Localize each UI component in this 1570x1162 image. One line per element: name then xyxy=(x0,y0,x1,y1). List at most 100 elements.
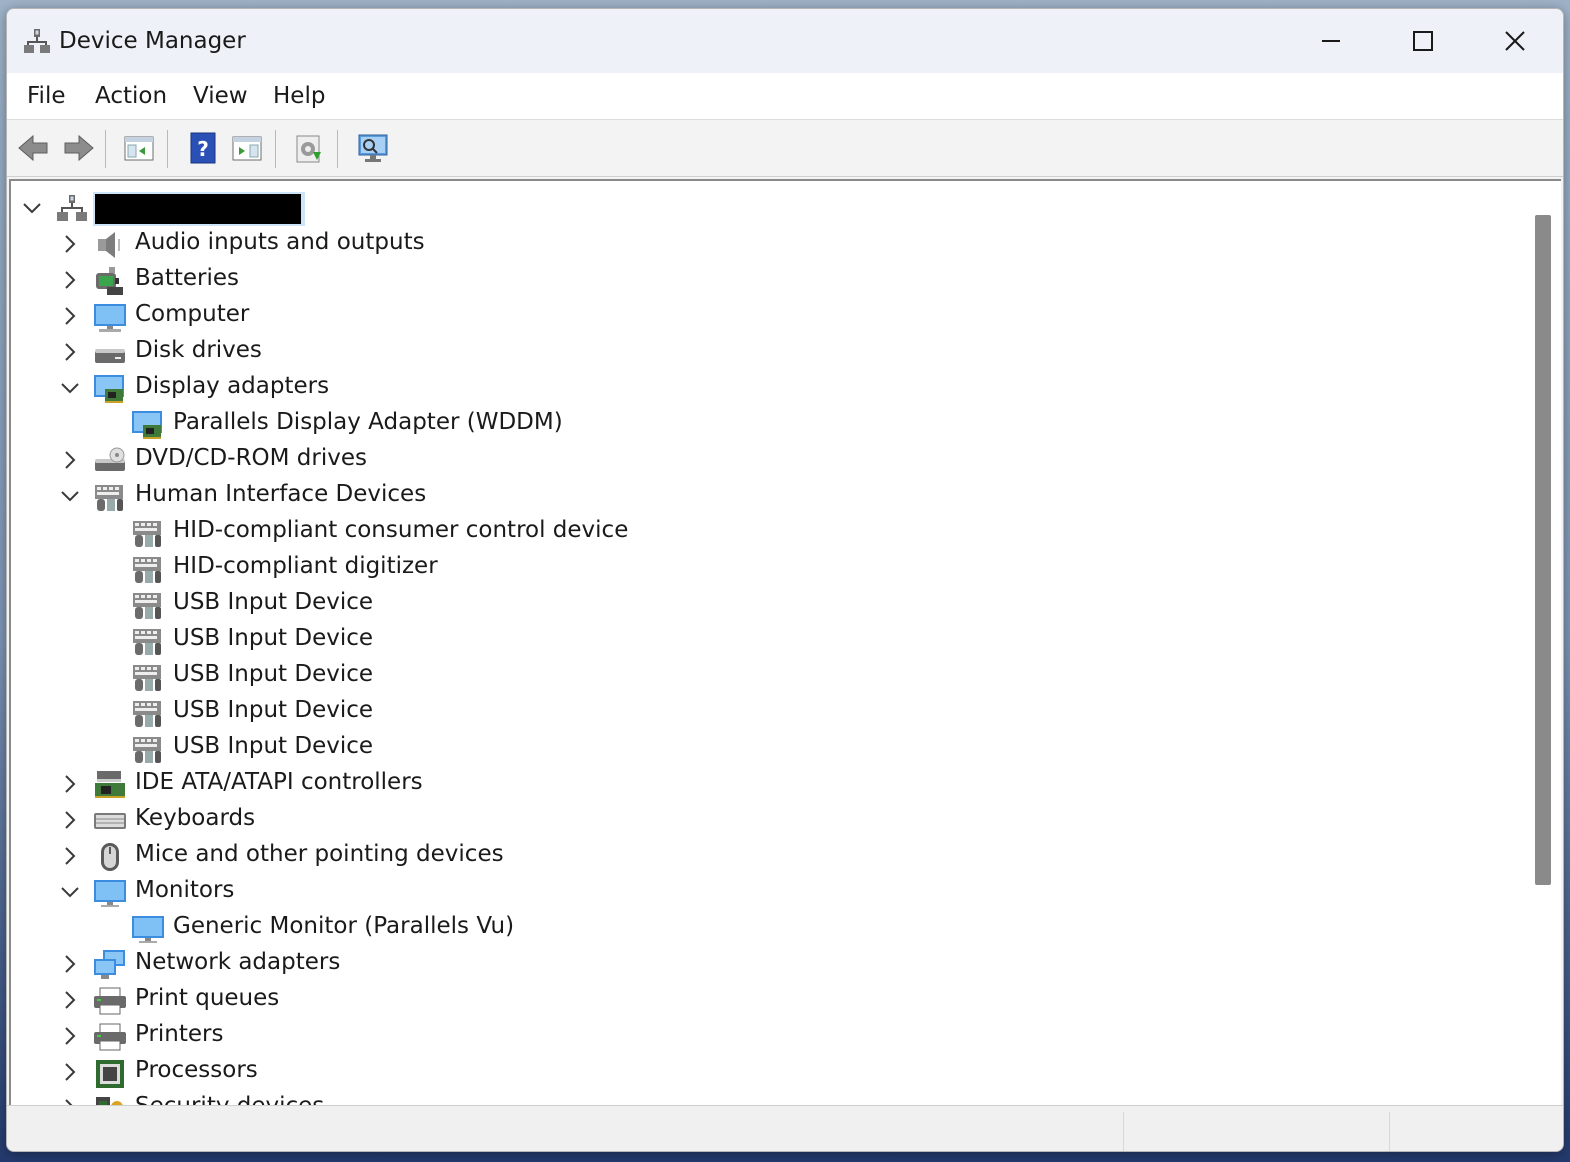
device-category-row[interactable]: Network adapters xyxy=(11,947,1511,983)
device-category-row[interactable]: Batteries xyxy=(11,263,1511,299)
device-category-row[interactable]: Processors xyxy=(11,1055,1511,1091)
device-category-row[interactable]: DVD/CD-ROM drives xyxy=(11,443,1511,479)
device-category-row[interactable]: Mice and other pointing devices xyxy=(11,839,1511,875)
device-label: Processors xyxy=(135,1057,258,1083)
device-row[interactable]: USB Input Device xyxy=(11,623,1511,659)
device-category-row[interactable]: Display adapters xyxy=(11,371,1511,407)
scan-hardware-changes-button[interactable] xyxy=(353,128,393,168)
device-row[interactable]: USB Input Device xyxy=(11,659,1511,695)
maximize-button[interactable] xyxy=(1377,9,1469,73)
close-icon xyxy=(1505,31,1525,51)
forward-button[interactable] xyxy=(59,128,99,168)
device-category-row[interactable]: Print queues xyxy=(11,983,1511,1019)
device-category-row[interactable]: Monitors xyxy=(11,875,1511,911)
hid-icon xyxy=(131,733,165,765)
menu-file[interactable]: File xyxy=(25,81,68,111)
device-row[interactable]: USB Input Device xyxy=(11,587,1511,623)
device-row[interactable]: HID-compliant digitizer xyxy=(11,551,1511,587)
close-button[interactable] xyxy=(1469,9,1561,73)
title-bar[interactable]: Device Manager xyxy=(7,9,1563,73)
device-label: Disk drives xyxy=(135,337,262,363)
device-category-row[interactable]: Printers xyxy=(11,1019,1511,1055)
chevron-down-icon[interactable] xyxy=(21,197,43,219)
help-button[interactable]: ? xyxy=(183,128,223,168)
device-row[interactable]: HID-compliant consumer control device xyxy=(11,515,1511,551)
network-adapter-icon xyxy=(93,949,127,981)
tree-root[interactable] xyxy=(11,191,1511,227)
back-button[interactable] xyxy=(13,128,53,168)
chevron-right-icon[interactable] xyxy=(59,233,81,255)
hid-icon xyxy=(131,661,165,693)
help-icon: ? xyxy=(190,132,216,164)
svg-text:?: ? xyxy=(197,137,209,161)
device-tree[interactable]: Audio inputs and outputs Batteries Compute… xyxy=(9,179,1561,1106)
device-category-row[interactable]: Keyboards xyxy=(11,803,1511,839)
device-category-row[interactable]: Audio inputs and outputs xyxy=(11,227,1511,263)
show-hide-console-tree-button[interactable] xyxy=(119,128,159,168)
chevron-right-icon[interactable] xyxy=(59,773,81,795)
device-label: Batteries xyxy=(135,265,240,291)
arrow-left-icon xyxy=(18,134,48,162)
menu-help[interactable]: Help xyxy=(271,81,327,111)
device-row[interactable]: USB Input Device xyxy=(11,695,1511,731)
device-category-row[interactable]: Human Interface Devices xyxy=(11,479,1511,515)
toolbar-separator xyxy=(105,130,106,168)
device-label: USB Input Device xyxy=(173,697,374,723)
show-hide-action-pane-button[interactable] xyxy=(227,128,267,168)
chevron-right-icon[interactable] xyxy=(59,953,81,975)
device-category-row[interactable]: Computer xyxy=(11,299,1511,335)
battery-icon xyxy=(93,265,127,297)
chevron-right-icon[interactable] xyxy=(59,269,81,291)
chevron-down-icon[interactable] xyxy=(59,377,81,399)
device-label: Monitors xyxy=(135,877,235,903)
menu-action[interactable]: Action xyxy=(93,81,169,111)
hid-icon xyxy=(131,625,165,657)
speaker-icon xyxy=(93,229,127,261)
window-title: Device Manager xyxy=(59,28,246,54)
chevron-right-icon[interactable] xyxy=(59,449,81,471)
console-tree-icon xyxy=(124,136,154,161)
device-row[interactable]: Parallels Display Adapter (WDDM) xyxy=(11,407,1511,443)
scrollbar-thumb[interactable] xyxy=(1535,215,1551,885)
device-label: Human Interface Devices xyxy=(135,481,427,507)
chevron-down-icon[interactable] xyxy=(59,881,81,903)
hid-icon xyxy=(131,553,165,585)
device-label: IDE ATA/ATAPI controllers xyxy=(135,769,423,795)
hid-icon xyxy=(131,589,165,621)
device-category-row[interactable]: Disk drives xyxy=(11,335,1511,371)
device-label: Display adapters xyxy=(135,373,330,399)
device-manager-window: Device Manager File Action View Help ? A… xyxy=(6,8,1564,1152)
device-label: HID-compliant digitizer xyxy=(173,553,438,579)
device-row[interactable]: USB Input Device xyxy=(11,731,1511,767)
device-manager-app-icon xyxy=(23,27,51,55)
device-row[interactable]: Generic Monitor (Parallels Vu) xyxy=(11,911,1511,947)
device-label: USB Input Device xyxy=(173,589,374,615)
chevron-down-icon[interactable] xyxy=(59,485,81,507)
vertical-scrollbar[interactable] xyxy=(1527,181,1557,1106)
toolbar-separator xyxy=(167,130,168,168)
computer-root-icon xyxy=(55,193,89,225)
chevron-right-icon[interactable] xyxy=(59,845,81,867)
device-label: Print queues xyxy=(135,985,280,1011)
chevron-right-icon[interactable] xyxy=(59,1061,81,1083)
device-label: USB Input Device xyxy=(173,661,374,687)
device-label: DVD/CD-ROM drives xyxy=(135,445,367,471)
monitor-icon xyxy=(93,877,127,909)
device-category-row[interactable]: IDE ATA/ATAPI controllers xyxy=(11,767,1511,803)
disk-drive-icon xyxy=(93,337,127,369)
menu-view[interactable]: View xyxy=(191,81,250,111)
device-label: USB Input Device xyxy=(173,733,374,759)
chevron-right-icon[interactable] xyxy=(59,989,81,1011)
redacted-computer-name xyxy=(95,194,301,224)
chevron-right-icon[interactable] xyxy=(59,341,81,363)
device-label: Keyboards xyxy=(135,805,256,831)
chevron-right-icon[interactable] xyxy=(59,1025,81,1047)
minimize-icon xyxy=(1322,40,1340,42)
update-driver-button[interactable] xyxy=(289,128,329,168)
chevron-right-icon[interactable] xyxy=(59,809,81,831)
scan-monitor-icon xyxy=(358,134,388,162)
minimize-button[interactable] xyxy=(1285,9,1377,73)
processor-icon xyxy=(93,1057,127,1089)
device-category-row[interactable]: Security devices xyxy=(11,1091,1511,1106)
chevron-right-icon[interactable] xyxy=(59,305,81,327)
